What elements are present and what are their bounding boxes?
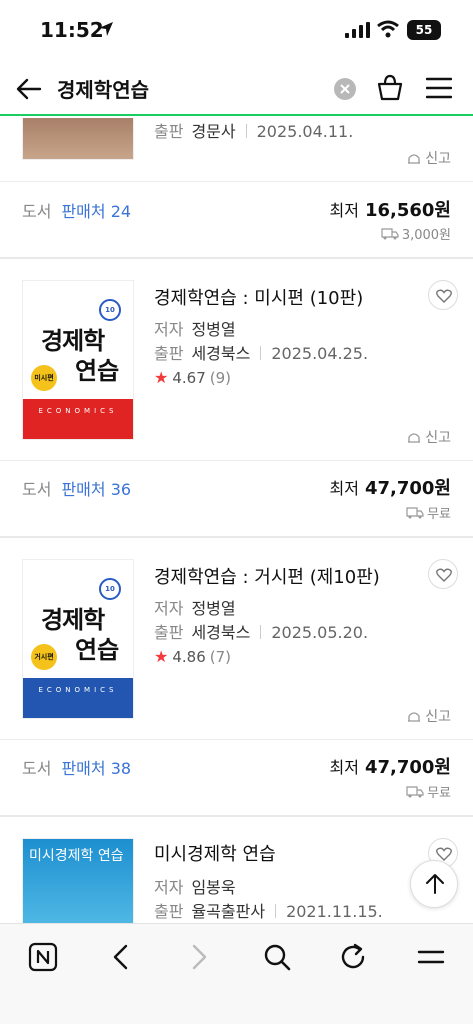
star-icon: ★ [154,647,169,666]
truck-icon [381,228,399,240]
truck-icon [406,507,424,519]
search-results: 출판 경문사 2025.04.11. 신고 도서 판매처 24 최저 16,560원 3… [0,118,473,923]
cart-icon[interactable] [376,74,404,102]
scroll-top-button[interactable] [410,860,458,908]
report-button[interactable]: 신고 [407,427,451,447]
publisher-info: 출판 세경북스 2025.04.25. [154,344,369,363]
menu-icon[interactable] [416,942,446,972]
report-button[interactable]: 신고 [407,706,451,726]
report-icon [408,433,421,443]
book-cover[interactable]: 10 경제학 연습 미시편 ECONOMICS [22,280,134,440]
lowest-price: 최저 47,700원 [329,478,451,499]
wishlist-button[interactable] [428,559,458,589]
signal-icon [345,22,370,38]
divider [0,181,473,182]
chevron-right-icon[interactable] [184,942,214,972]
publisher-info: 출판 경문사 2025.04.11. [154,122,354,141]
lowest-price: 최저 16,560원 [329,200,451,221]
status-bar: 11:52 55 [0,0,473,60]
book-cover[interactable] [22,118,134,160]
back-arrow-icon[interactable] [16,76,42,102]
seller-link[interactable]: 도서 판매처 36 [22,476,131,500]
search-icon[interactable] [262,942,292,972]
status-time: 11:52 [40,18,104,42]
author-info: 저자 정병열 [154,320,236,339]
search-query[interactable]: 경제학연습 [57,74,149,103]
heart-icon [436,289,452,303]
seller-link[interactable]: 도서 판매처 38 [22,755,131,779]
shipping-fee: 무료 [406,782,451,801]
truck-icon [406,786,424,798]
section-divider [0,257,473,259]
search-header: 경제학연습 [0,60,473,116]
heart-icon [436,847,452,861]
wifi-icon [377,20,399,38]
heart-icon [436,568,452,582]
publisher-info: 출판 세경북스 2025.05.20. [154,623,369,642]
section-divider [0,536,473,538]
book-cover[interactable]: 10 경제학 연습 거시편 ECONOMICS [22,559,134,719]
wishlist-button[interactable] [428,280,458,310]
location-arrow-icon [99,22,113,36]
menu-icon[interactable] [426,76,452,100]
product-title[interactable]: 경제학연습 : 거시편 (제10판) [154,563,380,589]
lowest-price: 최저 47,700원 [329,757,451,778]
product-title[interactable]: 미시경제학 연습 [154,840,276,866]
publisher-info: 출판 율곡출판사 2021.11.15. [154,902,383,921]
battery-indicator: 55 [407,20,441,40]
book-cover[interactable]: 미시경제학 연습 [22,838,134,923]
arrow-up-icon [426,874,444,894]
refresh-icon[interactable] [338,942,368,972]
naver-n-icon[interactable] [28,942,58,972]
product-title[interactable]: 경제학연습 : 미시편 (10판) [154,284,363,310]
section-divider [0,815,473,817]
browser-toolbar [0,923,473,1024]
rating: ★ 4.86 (7) [154,647,231,666]
shipping-fee: 3,000원 [381,224,451,243]
shipping-fee: 무료 [406,503,451,522]
divider [0,460,473,461]
seller-link[interactable]: 도서 판매처 24 [22,198,131,222]
report-icon [408,154,421,164]
clear-icon[interactable] [334,78,356,100]
star-icon: ★ [154,368,169,387]
rating: ★ 4.67 (9) [154,368,231,387]
divider [0,739,473,740]
author-info: 저자 정병열 [154,599,236,618]
chevron-left-icon[interactable] [106,942,136,972]
report-icon [408,712,421,722]
author-info: 저자 임봉욱 [154,878,236,897]
report-button[interactable]: 신고 [407,148,451,168]
